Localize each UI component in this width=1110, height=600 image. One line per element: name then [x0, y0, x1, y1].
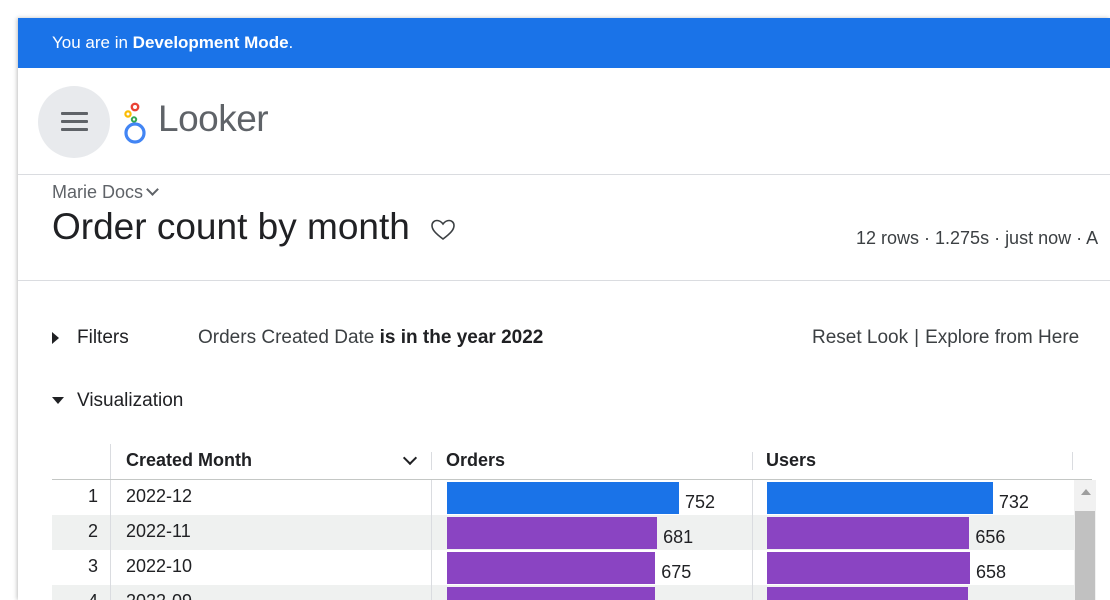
cell-created-month: 2022-09 — [126, 585, 192, 600]
row-number: 1 — [87, 486, 98, 506]
column-divider — [110, 585, 111, 600]
visualization-toggle[interactable]: Visualization — [77, 390, 183, 412]
cell-orders-value: 674 — [661, 593, 691, 600]
table-row[interactable]: 1 2022-12 752 732 — [52, 480, 1074, 515]
banner-mode: Development Mode — [132, 33, 289, 52]
column-divider — [752, 585, 753, 600]
bar-users — [767, 482, 993, 514]
divider — [18, 280, 1110, 281]
bar-orders — [447, 482, 679, 514]
filter-summary: Orders Created Date is in the year 2022 — [198, 327, 543, 349]
filters-toggle[interactable]: Filters — [77, 327, 129, 349]
column-divider — [110, 550, 111, 585]
cell-created-month: 2022-12 — [126, 486, 193, 506]
column-divider — [110, 480, 111, 515]
development-mode-banner: You are in Development Mode. — [18, 18, 1110, 68]
bar-users — [767, 552, 970, 584]
row-number: 3 — [87, 556, 98, 576]
bar-orders — [447, 587, 655, 600]
column-divider — [431, 452, 432, 470]
bar-orders — [447, 552, 656, 584]
brand-name: Looker — [158, 98, 269, 139]
table-row[interactable]: 4 2022-09 674 653 — [52, 585, 1074, 600]
filter-field: Orders Created Date — [198, 327, 375, 348]
main-menu-button[interactable] — [38, 86, 110, 158]
column-divider — [752, 515, 753, 550]
cell-created-month: 2022-10 — [126, 556, 193, 576]
column-divider — [1072, 452, 1073, 470]
bar-orders — [447, 517, 658, 549]
look-actions: Reset Look | Explore from Here — [812, 327, 1079, 349]
query-metadata: 12 rows · 1.275s · just now · A — [856, 228, 1099, 248]
row-number: 4 — [52, 585, 98, 600]
column-divider — [431, 515, 432, 550]
scroll-up-arrow-icon[interactable] — [1081, 489, 1091, 495]
cell-users-value: 653 — [974, 593, 1004, 600]
chevron-down-icon — [146, 183, 159, 196]
table-header: Created Month Orders Users — [52, 444, 1092, 480]
reset-look-link[interactable]: Reset Look — [812, 327, 908, 348]
cell-orders-value: 681 — [663, 527, 694, 547]
cell-orders-value: 752 — [685, 492, 716, 512]
column-divider — [431, 480, 432, 515]
scrollbar-thumb[interactable] — [1075, 511, 1095, 600]
column-header-orders[interactable]: Orders — [446, 444, 505, 479]
page-title: Order count by month — [52, 206, 410, 247]
column-header-created-month[interactable]: Created Month — [126, 444, 252, 479]
cell-users-value: 656 — [975, 527, 1006, 547]
chevron-down-icon[interactable] — [402, 450, 418, 466]
column-divider — [431, 585, 432, 600]
app-header: Looker — [18, 68, 1110, 175]
explore-from-here-link[interactable]: Explore from Here — [925, 327, 1079, 348]
bar-users — [767, 587, 969, 600]
cell-users-value: 658 — [976, 562, 1007, 582]
table-row[interactable]: 3 2022-10 675 658 — [52, 550, 1074, 585]
column-divider — [431, 550, 432, 585]
favorite-heart-icon[interactable] — [430, 218, 456, 242]
folder-breadcrumb[interactable]: Marie Docs — [52, 182, 159, 203]
column-divider — [752, 480, 753, 515]
cell-created-month: 2022-11 — [126, 521, 191, 541]
filter-condition: is in the year 2022 — [379, 327, 544, 348]
cell-users-value: 732 — [998, 492, 1029, 512]
looker-logo-icon — [124, 102, 146, 144]
breadcrumb-label: Marie Docs — [52, 182, 144, 202]
action-separator: | — [914, 327, 920, 348]
column-divider — [110, 515, 111, 550]
banner-suffix: . — [288, 33, 294, 52]
column-divider — [752, 550, 753, 585]
cell-orders-value: 675 — [661, 562, 692, 582]
app-window: You are in Development Mode. Looker Mari… — [18, 18, 1110, 600]
column-divider — [110, 444, 111, 479]
row-number: 2 — [87, 521, 98, 541]
bar-users — [767, 517, 970, 549]
column-divider — [752, 452, 753, 470]
banner-prefix: You are in — [52, 33, 133, 52]
table-row[interactable]: 2 2022-11 681 656 — [52, 515, 1074, 550]
caret-right-icon[interactable] — [52, 332, 59, 344]
caret-down-icon[interactable] — [52, 397, 64, 404]
column-header-users[interactable]: Users — [766, 444, 816, 479]
